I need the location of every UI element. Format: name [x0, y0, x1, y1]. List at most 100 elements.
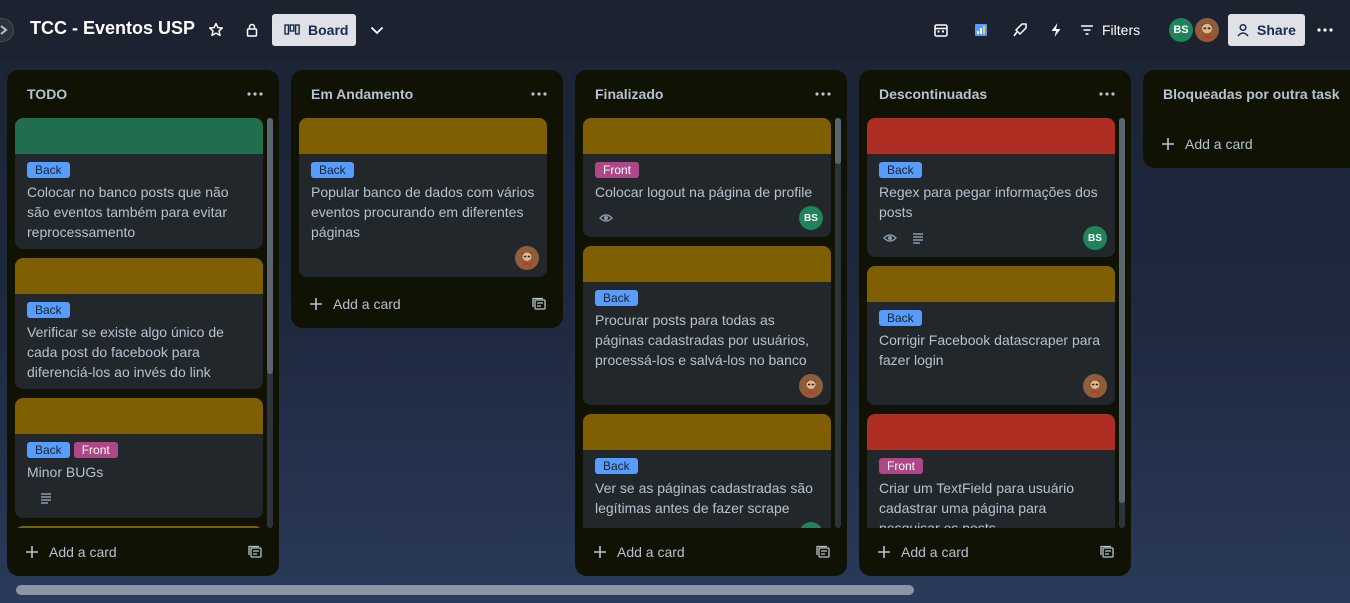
card-title-line: posts [879, 204, 913, 220]
list-scrollbar[interactable] [835, 118, 841, 528]
calendar-powerup-button[interactable] [929, 18, 953, 42]
create-from-template-button[interactable] [1099, 544, 1115, 560]
plus-icon [1162, 138, 1174, 150]
card-cover [583, 118, 831, 154]
card-title-line: Ver se as páginas cadastradas são [595, 480, 813, 496]
card[interactable]: Front Criar um TextField para usuário ca… [867, 414, 1115, 528]
list-title[interactable]: Bloqueadas por outra task [1163, 86, 1340, 102]
power-ups-button[interactable] [1008, 18, 1032, 42]
list-title[interactable]: Finalizado [595, 86, 663, 102]
expand-sidebar-button[interactable] [0, 18, 14, 42]
card[interactable]: Back Regex para pegar informações dos po… [867, 118, 1115, 257]
board-horizontal-scrollbar[interactable] [8, 582, 1350, 598]
list-menu-button[interactable] [811, 82, 835, 106]
label-back[interactable]: Back [595, 458, 638, 474]
card-title-line: páginas [311, 224, 361, 240]
filters-button[interactable]: Filters [1080, 14, 1140, 46]
automation-button[interactable] [1044, 18, 1068, 42]
card[interactable]: Back Popular banco de dados com vários e… [299, 118, 547, 277]
list-todo: TODO Back Colocar no banco posts que não… [7, 70, 279, 576]
card[interactable]: Back Colocar no banco posts que não são … [15, 118, 263, 249]
label-back[interactable]: Back [27, 302, 70, 318]
board-title[interactable]: TCC - Eventos USP [30, 18, 195, 39]
card-labels: Back [595, 290, 638, 306]
visibility-button[interactable] [240, 18, 264, 42]
card-title-line: Procurar posts para todas as [595, 312, 775, 328]
card-title: Verificar se existe algo único de cada p… [27, 322, 251, 382]
template-icon [532, 297, 546, 310]
add-card-button[interactable]: Add a card [583, 536, 839, 568]
add-card-button[interactable]: Add a card [867, 536, 1123, 568]
card[interactable]: Back Procurar posts para todas as página… [583, 246, 831, 405]
card[interactable] [15, 526, 263, 528]
card[interactable]: Front Colocar logout na página de profil… [583, 118, 831, 237]
label-back[interactable]: Back [27, 442, 70, 458]
avatar-photo-icon [805, 380, 817, 394]
card-cover [583, 246, 831, 282]
member-avatar-bs[interactable]: BS [1083, 226, 1107, 250]
chevron-right-icon [0, 25, 8, 35]
label-back[interactable]: Back [595, 290, 638, 306]
card-labels: Back [27, 162, 70, 178]
member-avatar-photo[interactable] [1193, 16, 1221, 44]
list-menu-button[interactable] [527, 82, 551, 106]
description-icon [41, 493, 51, 504]
member-avatar-photo[interactable] [515, 246, 539, 270]
member-avatar-bs[interactable] [799, 522, 823, 528]
chevron-down-icon [370, 26, 384, 35]
member-avatar-photo[interactable] [799, 374, 823, 398]
list-menu-button[interactable] [243, 82, 267, 106]
create-from-template-button[interactable] [247, 544, 263, 560]
dashboard-powerup-button[interactable] [969, 18, 993, 42]
card-title-line: diferenciá-los ao invés do link [27, 364, 211, 380]
create-from-template-button[interactable] [531, 296, 547, 312]
card-title-line: Colocar logout na página de profile [595, 184, 813, 200]
label-front[interactable]: Front [73, 442, 118, 458]
share-button[interactable]: Share [1228, 14, 1305, 46]
card[interactable]: Back Verificar se existe algo único de c… [15, 258, 263, 389]
card[interactable]: Back Front Minor BUGs [15, 398, 263, 518]
ellipsis-icon [815, 92, 831, 96]
board-view-button[interactable]: Board [272, 14, 356, 46]
watching-badge [598, 210, 614, 226]
add-card-button[interactable]: Add a card [15, 536, 271, 568]
scrollbar-thumb[interactable] [267, 118, 273, 374]
member-avatar-bs[interactable]: BS [1167, 16, 1195, 44]
scrollbar-thumb[interactable] [835, 118, 841, 164]
add-card-button[interactable]: Add a card [1151, 128, 1341, 160]
list-title[interactable]: Em Andamento [311, 86, 413, 102]
card-cover [867, 414, 1115, 450]
list-title[interactable]: Descontinuadas [879, 86, 987, 102]
label-back[interactable]: Back [27, 162, 70, 178]
card-cover [867, 118, 1115, 154]
list-scrollbar[interactable] [267, 118, 273, 528]
label-front[interactable]: Front [879, 458, 924, 474]
label-back[interactable]: Back [311, 162, 354, 178]
card-title-line: cadastrar uma página para [879, 500, 1047, 516]
plus-icon [310, 298, 322, 310]
label-front[interactable]: Front [595, 162, 640, 178]
label-back[interactable]: Back [879, 310, 922, 326]
card-labels: Back [311, 162, 354, 178]
star-button[interactable] [204, 18, 228, 42]
member-avatar-photo[interactable] [1083, 374, 1107, 398]
card-title-line: Corrigir Facebook datascraper para [879, 332, 1100, 348]
list-scrollbar[interactable] [1119, 118, 1125, 528]
template-icon [1100, 545, 1114, 558]
list-title[interactable]: TODO [27, 86, 67, 102]
create-from-template-button[interactable] [815, 544, 831, 560]
description-badge [910, 230, 926, 246]
card[interactable]: Back Ver se as páginas cadastradas são l… [583, 414, 831, 528]
list-finalizado: Finalizado Front Colocar logout na págin… [575, 70, 847, 576]
card-cover [299, 118, 547, 154]
eye-icon [883, 234, 897, 242]
board-menu-button[interactable] [1313, 18, 1337, 42]
member-avatar-bs[interactable]: BS [799, 206, 823, 230]
views-dropdown-button[interactable] [365, 18, 389, 42]
card[interactable]: Back Corrigir Facebook datascraper para … [867, 266, 1115, 405]
scrollbar-thumb[interactable] [16, 585, 914, 595]
list-menu-button[interactable] [1095, 82, 1119, 106]
scrollbar-thumb[interactable] [1119, 118, 1125, 503]
add-card-button[interactable]: Add a card [299, 288, 555, 320]
label-back[interactable]: Back [879, 162, 922, 178]
